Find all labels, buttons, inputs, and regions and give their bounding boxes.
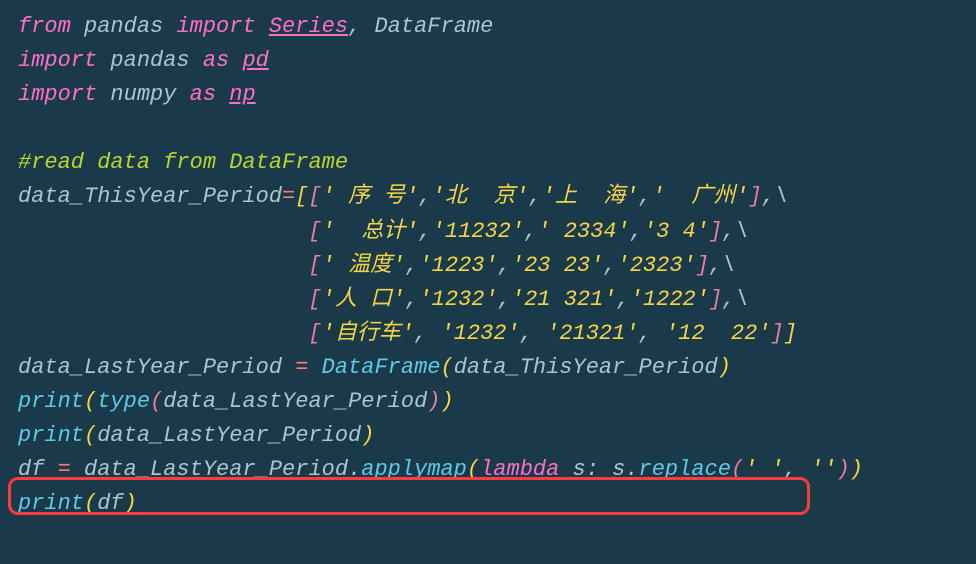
paren-icon: )	[440, 389, 453, 414]
import-name: Series	[269, 14, 348, 39]
module-name: pandas	[110, 48, 189, 73]
builtin-print: print	[18, 491, 84, 516]
bracket-icon: ]	[696, 253, 709, 278]
code-line-11: data_LastYear_Period = DataFrame(data_Th…	[18, 351, 958, 385]
string-literal: '1223'	[418, 253, 497, 278]
bracket-icon: ]	[771, 321, 784, 346]
bracket-icon: [	[308, 287, 321, 312]
module-name: numpy	[110, 82, 176, 107]
argument: data_LastYear_Period	[163, 389, 427, 414]
variable: df	[18, 457, 44, 482]
import-alias: pd	[242, 48, 268, 73]
continuation: \	[735, 219, 748, 244]
code-line-9: ['人 口','1232','21 321','1222'],\	[18, 283, 958, 317]
lambda-param: s	[573, 457, 586, 482]
code-line-7: [' 总计','11232',' 2334','3 4'],\	[18, 215, 958, 249]
code-line-15: print(df)	[18, 487, 958, 521]
code-line-14: df = data_LastYear_Period.applymap(lambd…	[18, 453, 958, 487]
paren-icon: (	[467, 457, 480, 482]
string-literal: '11232'	[432, 219, 524, 244]
code-line-2: import pandas as pd	[18, 44, 958, 78]
string-literal: '21 321'	[511, 287, 617, 312]
bracket-icon: ]	[709, 219, 722, 244]
string-literal: '自行车'	[322, 321, 414, 346]
string-literal: '1222'	[630, 287, 709, 312]
module-name: pandas	[84, 14, 163, 39]
code-line-1: from pandas import Series, DataFrame	[18, 10, 958, 44]
paren-icon: )	[124, 491, 137, 516]
code-line-6: data_ThisYear_Period=[[' 序 号','北 京','上 海…	[18, 180, 958, 214]
paren-icon: )	[427, 389, 440, 414]
class-call: DataFrame	[322, 355, 441, 380]
builtin-print: print	[18, 389, 84, 414]
import-name: DataFrame	[374, 14, 493, 39]
code-line-3: import numpy as np	[18, 78, 958, 112]
keyword-from: from	[18, 14, 71, 39]
string-literal: '人 口'	[322, 287, 406, 312]
string-literal: ' 序 号'	[322, 184, 419, 209]
argument: data_LastYear_Period	[97, 423, 361, 448]
code-block: from pandas import Series, DataFrame imp…	[18, 10, 958, 521]
string-literal: '北 京'	[432, 184, 529, 209]
paren-icon: (	[150, 389, 163, 414]
paren-icon: (	[731, 457, 744, 482]
paren-icon: (	[84, 491, 97, 516]
string-literal: '23 23'	[511, 253, 603, 278]
string-literal: ' 总计'	[322, 219, 419, 244]
keyword-import: import	[18, 48, 97, 73]
code-line-13: print(data_LastYear_Period)	[18, 419, 958, 453]
continuation: \	[775, 184, 788, 209]
string-literal: ' '	[744, 457, 784, 482]
string-literal: ' 温度'	[322, 253, 406, 278]
bracket-icon: [	[308, 219, 321, 244]
bracket-icon: [	[308, 184, 321, 209]
string-literal: '1232'	[440, 321, 519, 346]
bracket-icon: ]	[749, 184, 762, 209]
builtin-print: print	[18, 423, 84, 448]
bracket-icon: [	[295, 184, 308, 209]
string-literal: ' 2334'	[537, 219, 629, 244]
paren-icon: (	[84, 423, 97, 448]
string-literal: ' 广州'	[652, 184, 749, 209]
bracket-icon: [	[308, 253, 321, 278]
string-literal: '12 22'	[665, 321, 771, 346]
variable: data_ThisYear_Period	[18, 184, 282, 209]
paren-icon: (	[440, 355, 453, 380]
keyword-import: import	[176, 14, 255, 39]
method-call: replace	[639, 457, 731, 482]
paren-icon: )	[361, 423, 374, 448]
string-literal: '上 海'	[542, 184, 639, 209]
paren-icon: (	[84, 389, 97, 414]
keyword-as: as	[190, 82, 216, 107]
argument: df	[97, 491, 123, 516]
argument: data_ThisYear_Period	[454, 355, 718, 380]
string-literal: '2323'	[617, 253, 696, 278]
bracket-icon: [	[308, 321, 321, 346]
builtin-type: type	[97, 389, 150, 414]
import-alias: np	[229, 82, 255, 107]
string-literal: ''	[810, 457, 836, 482]
keyword-as: as	[203, 48, 229, 73]
bracket-icon: ]	[784, 321, 797, 346]
continuation: \	[735, 287, 748, 312]
code-line-8: [' 温度','1223','23 23','2323'],\	[18, 249, 958, 283]
keyword-lambda: lambda	[480, 457, 559, 482]
code-line-10: ['自行车', '1232', '21321', '12 22']]	[18, 317, 958, 351]
continuation: \	[722, 253, 735, 278]
string-literal: '3 4'	[643, 219, 709, 244]
string-literal: '21321'	[546, 321, 638, 346]
code-line-comment: #read data from DataFrame	[18, 146, 958, 180]
bracket-icon: ]	[709, 287, 722, 312]
comment-text: #read data from DataFrame	[18, 150, 348, 175]
string-literal: '1232'	[418, 287, 497, 312]
keyword-import: import	[18, 82, 97, 107]
method-call: applymap	[361, 457, 467, 482]
object-ref: data_LastYear_Period	[84, 457, 348, 482]
variable: data_LastYear_Period	[18, 355, 282, 380]
code-line-blank	[18, 112, 958, 146]
code-line-12: print(type(data_LastYear_Period))	[18, 385, 958, 419]
paren-icon: )	[837, 457, 850, 482]
paren-icon: )	[850, 457, 863, 482]
paren-icon: )	[718, 355, 731, 380]
